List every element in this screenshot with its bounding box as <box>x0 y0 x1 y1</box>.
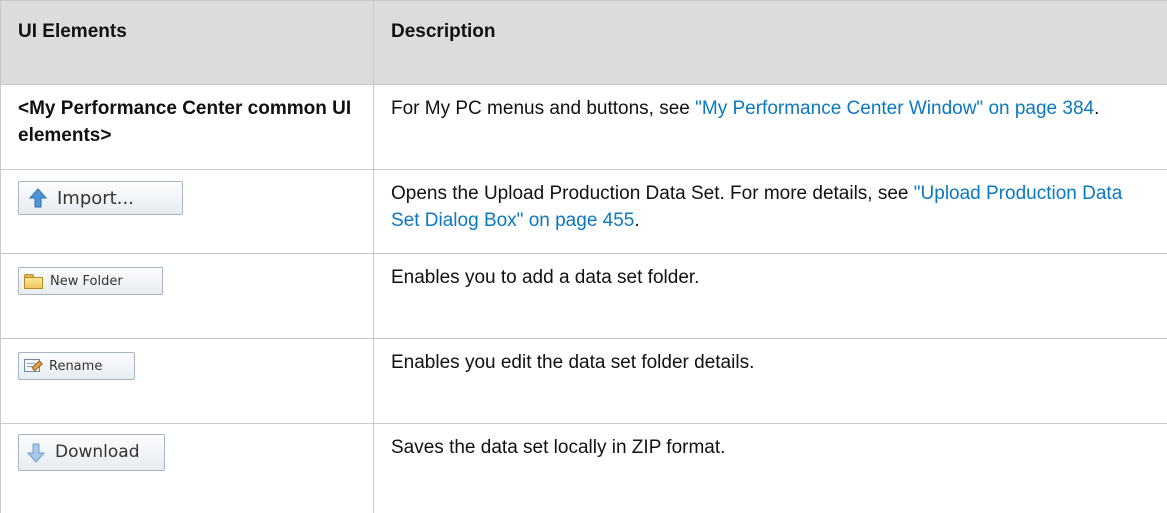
table-row: Download Saves the data set locally in Z… <box>1 424 1167 513</box>
description-text: Opens the Upload Production Data Set. Fo… <box>391 183 914 204</box>
table-row: New Folder Enables you to add a data set… <box>1 254 1167 339</box>
folder-icon <box>24 274 43 289</box>
table-row: Import... Opens the Upload Production Da… <box>1 170 1167 254</box>
rename-button-label: Rename <box>49 353 102 380</box>
description-suffix: . <box>634 210 639 231</box>
up-arrow-icon <box>29 188 47 208</box>
description-header: Description <box>374 1 1167 85</box>
new-folder-button[interactable]: New Folder <box>18 267 163 295</box>
rename-button[interactable]: Rename <box>18 352 135 380</box>
description-cell: Enables you edit the data set folder det… <box>374 339 1167 424</box>
table-row: Rename Enables you edit the data set fol… <box>1 339 1167 424</box>
table-row: <My Performance Center common UI element… <box>1 85 1167 170</box>
ui-element-cell: Download <box>1 424 374 513</box>
ui-elements-table: UI Elements Description <My Performance … <box>0 0 1167 513</box>
download-button[interactable]: Download <box>18 434 165 471</box>
description-suffix: . <box>1094 98 1099 119</box>
ui-element-cell: Import... <box>1 170 374 254</box>
download-button-label: Download <box>55 439 140 466</box>
down-arrow-icon <box>27 443 45 463</box>
table-header-row: UI Elements Description <box>1 1 1167 85</box>
import-button[interactable]: Import... <box>18 181 183 215</box>
rename-icon <box>24 358 42 374</box>
ui-elements-header: UI Elements <box>1 1 374 85</box>
new-folder-button-label: New Folder <box>50 268 123 295</box>
description-cell: Opens the Upload Production Data Set. Fo… <box>374 170 1167 254</box>
description-cell: For My PC menus and buttons, see "My Per… <box>374 85 1167 170</box>
description-cell: Saves the data set locally in ZIP format… <box>374 424 1167 513</box>
import-button-label: Import... <box>57 185 134 212</box>
ui-element-cell: <My Performance Center common UI element… <box>1 85 374 170</box>
my-performance-center-window-link[interactable]: "My Performance Center Window" on page 3… <box>695 98 1094 119</box>
description-cell: Enables you to add a data set folder. <box>374 254 1167 339</box>
ui-element-cell: Rename <box>1 339 374 424</box>
common-ui-elements-label: <My Performance Center common UI element… <box>18 98 351 146</box>
description-text: For My PC menus and buttons, see <box>391 98 695 119</box>
ui-element-cell: New Folder <box>1 254 374 339</box>
